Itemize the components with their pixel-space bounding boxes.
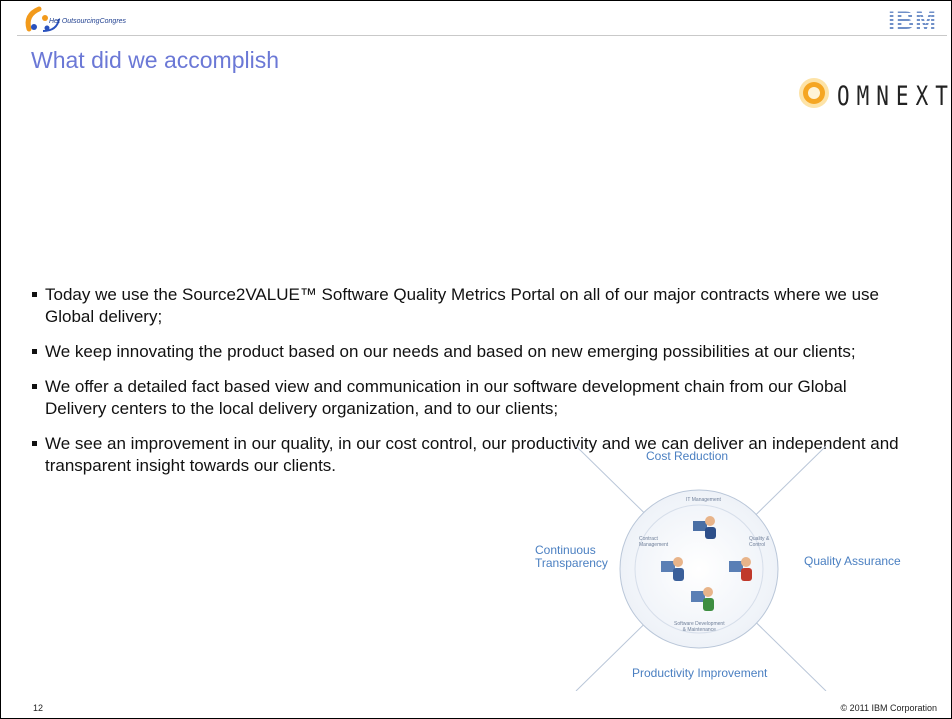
inner-label-left-line2: Management <box>639 542 669 548</box>
page-number: 12 <box>33 703 44 713</box>
bullet-item: We keep innovating the product based on … <box>31 341 911 363</box>
inner-label-right: Quality & Control <box>749 536 769 548</box>
inner-label-left: Contract Management <box>639 536 668 548</box>
header-divider <box>17 35 947 36</box>
slide-title: What did we accomplish <box>31 47 279 73</box>
diagram-label-bottom: Productivity Improvement <box>632 666 768 680</box>
omnext-logo-text: OMNEXT <box>837 81 952 111</box>
inner-label-bottom: Software Development & Maintenance <box>674 621 725 633</box>
congress-logo-text: Het OutsourcingCongres <box>49 18 127 25</box>
diagram-label-left-line2: Transparency <box>535 556 608 570</box>
ibm-logo: IBM <box>888 7 937 36</box>
copyright: © 2011 IBM Corporation <box>840 703 937 713</box>
omnext-logo-icon <box>799 78 829 108</box>
diagram-label-left: Continuous Transparency <box>535 544 608 570</box>
inner-label-right-line2: Control <box>749 542 766 548</box>
quality-diagram: Cost Reduction Quality Assurance Product… <box>531 441 926 691</box>
bullet-item: Today we use the Source2VALUE™ Software … <box>31 284 911 328</box>
diagram-label-right: Quality Assurance <box>804 554 901 568</box>
bullet-item: We offer a detailed fact based view and … <box>31 376 911 420</box>
inner-label-bottom-line2: & Maintenance <box>682 627 716 633</box>
inner-label-top: IT Management <box>686 497 721 503</box>
diagram-label-top: Cost Reduction <box>646 449 729 463</box>
slide-frame: Het OutsourcingCongres IBM What did we a… <box>0 0 952 719</box>
ibm-logo-text: IBM <box>888 7 937 35</box>
